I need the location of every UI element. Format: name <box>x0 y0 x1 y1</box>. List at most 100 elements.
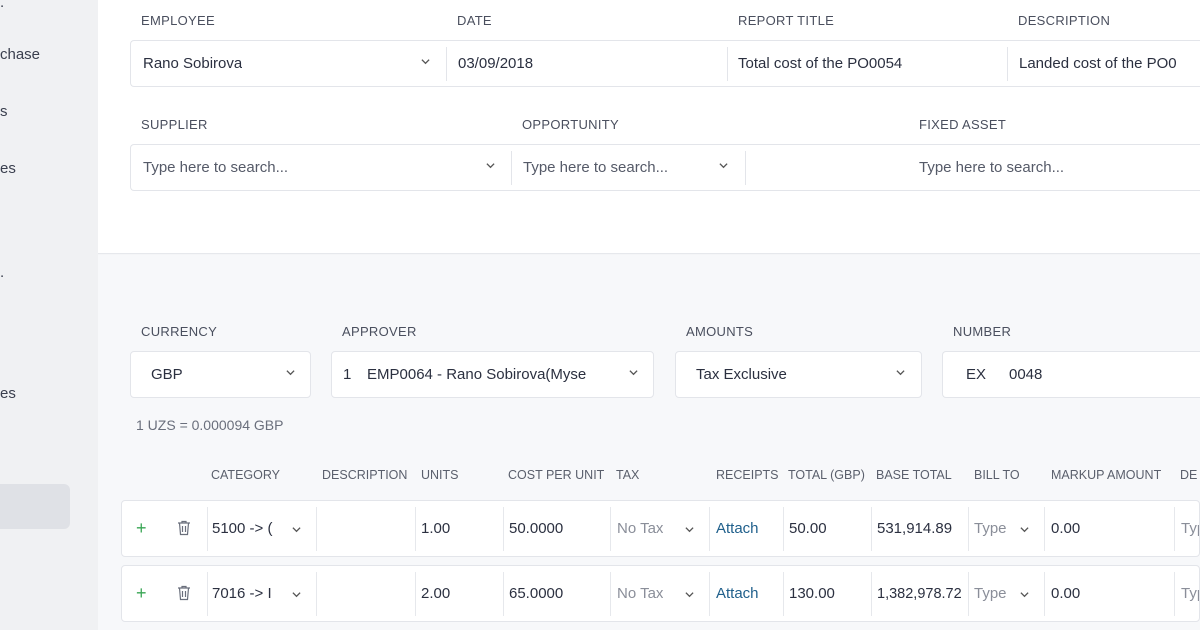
divider <box>207 572 208 616</box>
divider <box>968 507 969 551</box>
chevron-down-icon[interactable] <box>292 590 301 599</box>
extra-select[interactable]: Typ <box>1181 501 1199 556</box>
units-input[interactable]: 1.00 <box>421 501 450 556</box>
units-input[interactable]: 2.00 <box>421 566 450 621</box>
sidebar-item-partial-6[interactable]: es <box>0 385 16 402</box>
opportunity-label: OPPORTUNITY <box>522 117 619 132</box>
column-header-markup-amount: MARKUP AMOUNT <box>1051 468 1162 482</box>
date-input[interactable]: 03/09/2018 <box>458 55 533 72</box>
chevron-down-icon[interactable] <box>629 368 638 377</box>
employee-select[interactable]: Rano Sobirova <box>143 55 242 72</box>
divider <box>610 507 611 551</box>
tax-select[interactable]: No Tax <box>617 501 663 556</box>
cost-per-unit-input[interactable]: 50.0000 <box>509 501 563 556</box>
approver-label: APPROVER <box>342 324 417 339</box>
table-row: + 7016 -> I 2.00 65.0000 No Tax Attach 1… <box>121 565 1200 622</box>
column-header-category: CATEGORY <box>211 468 280 482</box>
divider <box>1007 47 1008 81</box>
chevron-down-icon[interactable] <box>685 590 694 599</box>
divider <box>1044 572 1045 616</box>
divider <box>316 572 317 616</box>
amounts-value: Tax Exclusive <box>696 366 787 383</box>
approver-select[interactable]: 1 EMP0064 - Rano Sobirova(Myse <box>331 351 654 398</box>
description-input[interactable] <box>322 566 412 621</box>
number-prefix: EX <box>966 366 987 383</box>
chevron-down-icon[interactable] <box>286 368 295 377</box>
sidebar-item-active[interactable] <box>0 484 70 529</box>
category-select[interactable]: 5100 -> ( <box>212 501 282 556</box>
description-input[interactable]: Landed cost of the PO0 <box>1019 55 1200 72</box>
column-header-base-total: BASE TOTAL <box>876 468 952 482</box>
chevron-down-icon[interactable] <box>292 525 301 534</box>
divider <box>503 507 504 551</box>
amounts-select[interactable]: Tax Exclusive <box>675 351 922 398</box>
sidebar-item-purchase[interactable]: chase <box>0 46 40 63</box>
sidebar-item-partial-5[interactable]: . <box>0 264 4 281</box>
currency-value: GBP <box>151 366 183 383</box>
attach-receipt-link[interactable]: Attach <box>716 501 759 556</box>
base-total-value: 1,382,978.72 <box>877 585 962 602</box>
divider <box>511 151 512 185</box>
divider <box>709 572 710 616</box>
supplier-label: SUPPLIER <box>141 117 208 132</box>
chevron-down-icon[interactable] <box>896 368 905 377</box>
divider <box>415 507 416 551</box>
cost-per-unit-input[interactable]: 65.0000 <box>509 566 563 621</box>
markup-amount-input[interactable]: 0.00 <box>1051 501 1080 556</box>
fixed-asset-search-input[interactable]: Type here to search... <box>919 159 1064 176</box>
employee-label: EMPLOYEE <box>141 13 215 28</box>
currency-select[interactable]: GBP <box>130 351 311 398</box>
divider <box>745 151 746 185</box>
fixed-asset-label: FIXED ASSET <box>919 117 1007 132</box>
sidebar-item-partial-1[interactable]: . <box>0 0 4 11</box>
divider <box>783 572 784 616</box>
header-fields-row-2: Type here to search... Type here to sear… <box>130 144 1200 191</box>
divider <box>1174 572 1175 616</box>
divider <box>727 47 728 81</box>
report-title-input[interactable]: Total cost of the PO0054 <box>738 55 1003 72</box>
trash-icon[interactable] <box>177 520 191 536</box>
add-line-icon[interactable]: + <box>136 583 147 604</box>
chevron-down-icon[interactable] <box>421 57 430 66</box>
description-input[interactable] <box>322 501 412 556</box>
report-title-label: REPORT TITLE <box>738 13 835 28</box>
number-label: NUMBER <box>953 324 1012 339</box>
sidebar-item-partial-4[interactable]: es <box>0 160 16 177</box>
bill-to-select[interactable]: Type <box>974 566 1008 621</box>
number-input[interactable]: 0048 <box>1009 366 1042 383</box>
column-header-bill-to: BILL TO <box>974 468 1020 482</box>
add-line-icon[interactable]: + <box>136 518 147 539</box>
extra-select[interactable]: Typ <box>1181 566 1199 621</box>
report-header-form <box>98 0 1200 254</box>
column-header-tax: TAX <box>616 468 640 482</box>
bill-to-select[interactable]: Type <box>974 501 1008 556</box>
attach-receipt-link[interactable]: Attach <box>716 566 759 621</box>
total-value: 50.00 <box>789 520 827 537</box>
currency-label: CURRENCY <box>141 324 218 339</box>
sidebar: . chase s es . es <box>0 0 98 630</box>
number-field[interactable]: EX 0048 <box>942 351 1200 398</box>
chevron-down-icon[interactable] <box>1020 590 1029 599</box>
approver-index: 1 <box>343 366 352 383</box>
divider <box>415 572 416 616</box>
category-select[interactable]: 7016 -> I <box>212 566 282 621</box>
supplier-search-input[interactable]: Type here to search... <box>143 159 288 176</box>
chevron-down-icon[interactable] <box>1020 525 1029 534</box>
markup-amount-input[interactable]: 0.00 <box>1051 566 1080 621</box>
opportunity-search-input[interactable]: Type here to search... <box>523 159 668 176</box>
divider <box>1044 507 1045 551</box>
chevron-down-icon[interactable] <box>486 161 495 170</box>
description-label: DESCRIPTION <box>1018 13 1111 28</box>
divider <box>968 572 969 616</box>
trash-icon[interactable] <box>177 585 191 601</box>
divider <box>783 507 784 551</box>
divider <box>446 47 447 81</box>
amounts-label: AMOUNTS <box>686 324 754 339</box>
tax-select[interactable]: No Tax <box>617 566 663 621</box>
table-row: + 5100 -> ( 1.00 50.0000 No Tax Attach 5… <box>121 500 1200 557</box>
chevron-down-icon[interactable] <box>685 525 694 534</box>
column-header-total: TOTAL (GBP) <box>788 468 865 482</box>
divider <box>610 572 611 616</box>
chevron-down-icon[interactable] <box>719 161 728 170</box>
sidebar-item-partial-3[interactable]: s <box>0 103 8 120</box>
